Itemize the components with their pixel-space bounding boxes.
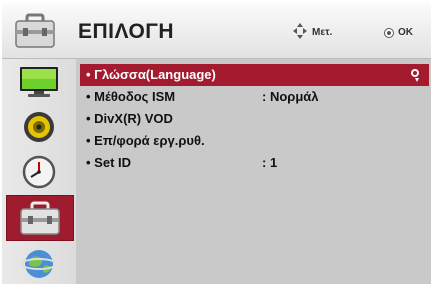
- network-globe-icon: [21, 250, 57, 278]
- sidebar-item-time[interactable]: [6, 150, 72, 194]
- menu-item-label: • Μέθοδος ISM: [86, 89, 176, 104]
- sidebar-item-network[interactable]: [6, 240, 72, 284]
- sidebar-item-picture[interactable]: [6, 60, 72, 104]
- menu-item-language[interactable]: • Γλώσσα(Language): [80, 64, 429, 86]
- location-pin-icon: [411, 69, 419, 82]
- menu-item-value: : 1: [262, 155, 278, 170]
- ok-hint: OK: [398, 27, 413, 38]
- toolbox-icon: [20, 201, 60, 235]
- menu-content-panel: • Γλώσσα(Language) • Μέθοδος ISM : Νορμά…: [76, 59, 431, 284]
- category-sidebar: [2, 59, 76, 284]
- page-title: ΕΠΙΛΟΓΗ: [78, 20, 175, 43]
- menu-item-label: • Γλώσσα(Language): [86, 67, 216, 82]
- menu-item-label: • Επ/φορά εργ.ρυθ.: [86, 133, 205, 148]
- audio-icon: [24, 112, 54, 142]
- menu-item-ism-method[interactable]: • Μέθοδος ISM : Νορμάλ: [80, 86, 429, 108]
- ok-button-icon: [384, 28, 394, 38]
- menu-item-label: • Set ID: [86, 155, 132, 170]
- sidebar-item-audio[interactable]: [6, 105, 72, 149]
- nav-arrows-icon: [293, 23, 307, 39]
- menu-item-set-id[interactable]: • Set ID : 1: [80, 152, 429, 174]
- menu-header: ΕΠΙΛΟΓΗ Μετ. OK: [2, 3, 431, 59]
- sidebar-item-option[interactable]: [6, 195, 74, 241]
- menu-item-value: : Νορμάλ: [262, 89, 319, 104]
- menu-item-factory-reset[interactable]: • Επ/φορά εργ.ρυθ.: [80, 130, 429, 152]
- menu-item-label: • DivX(R) VOD: [86, 111, 173, 126]
- clock-icon: [22, 155, 56, 189]
- picture-icon: [20, 67, 58, 97]
- menu-item-divx-vod[interactable]: • DivX(R) VOD: [80, 108, 429, 130]
- tv-menu-screen: ΕΠΙΛΟΓΗ Μετ. OK • Γλώσσα(Language) • Μέθ…: [0, 0, 433, 284]
- move-hint: Μετ.: [312, 27, 333, 38]
- toolbox-icon: [15, 13, 55, 48]
